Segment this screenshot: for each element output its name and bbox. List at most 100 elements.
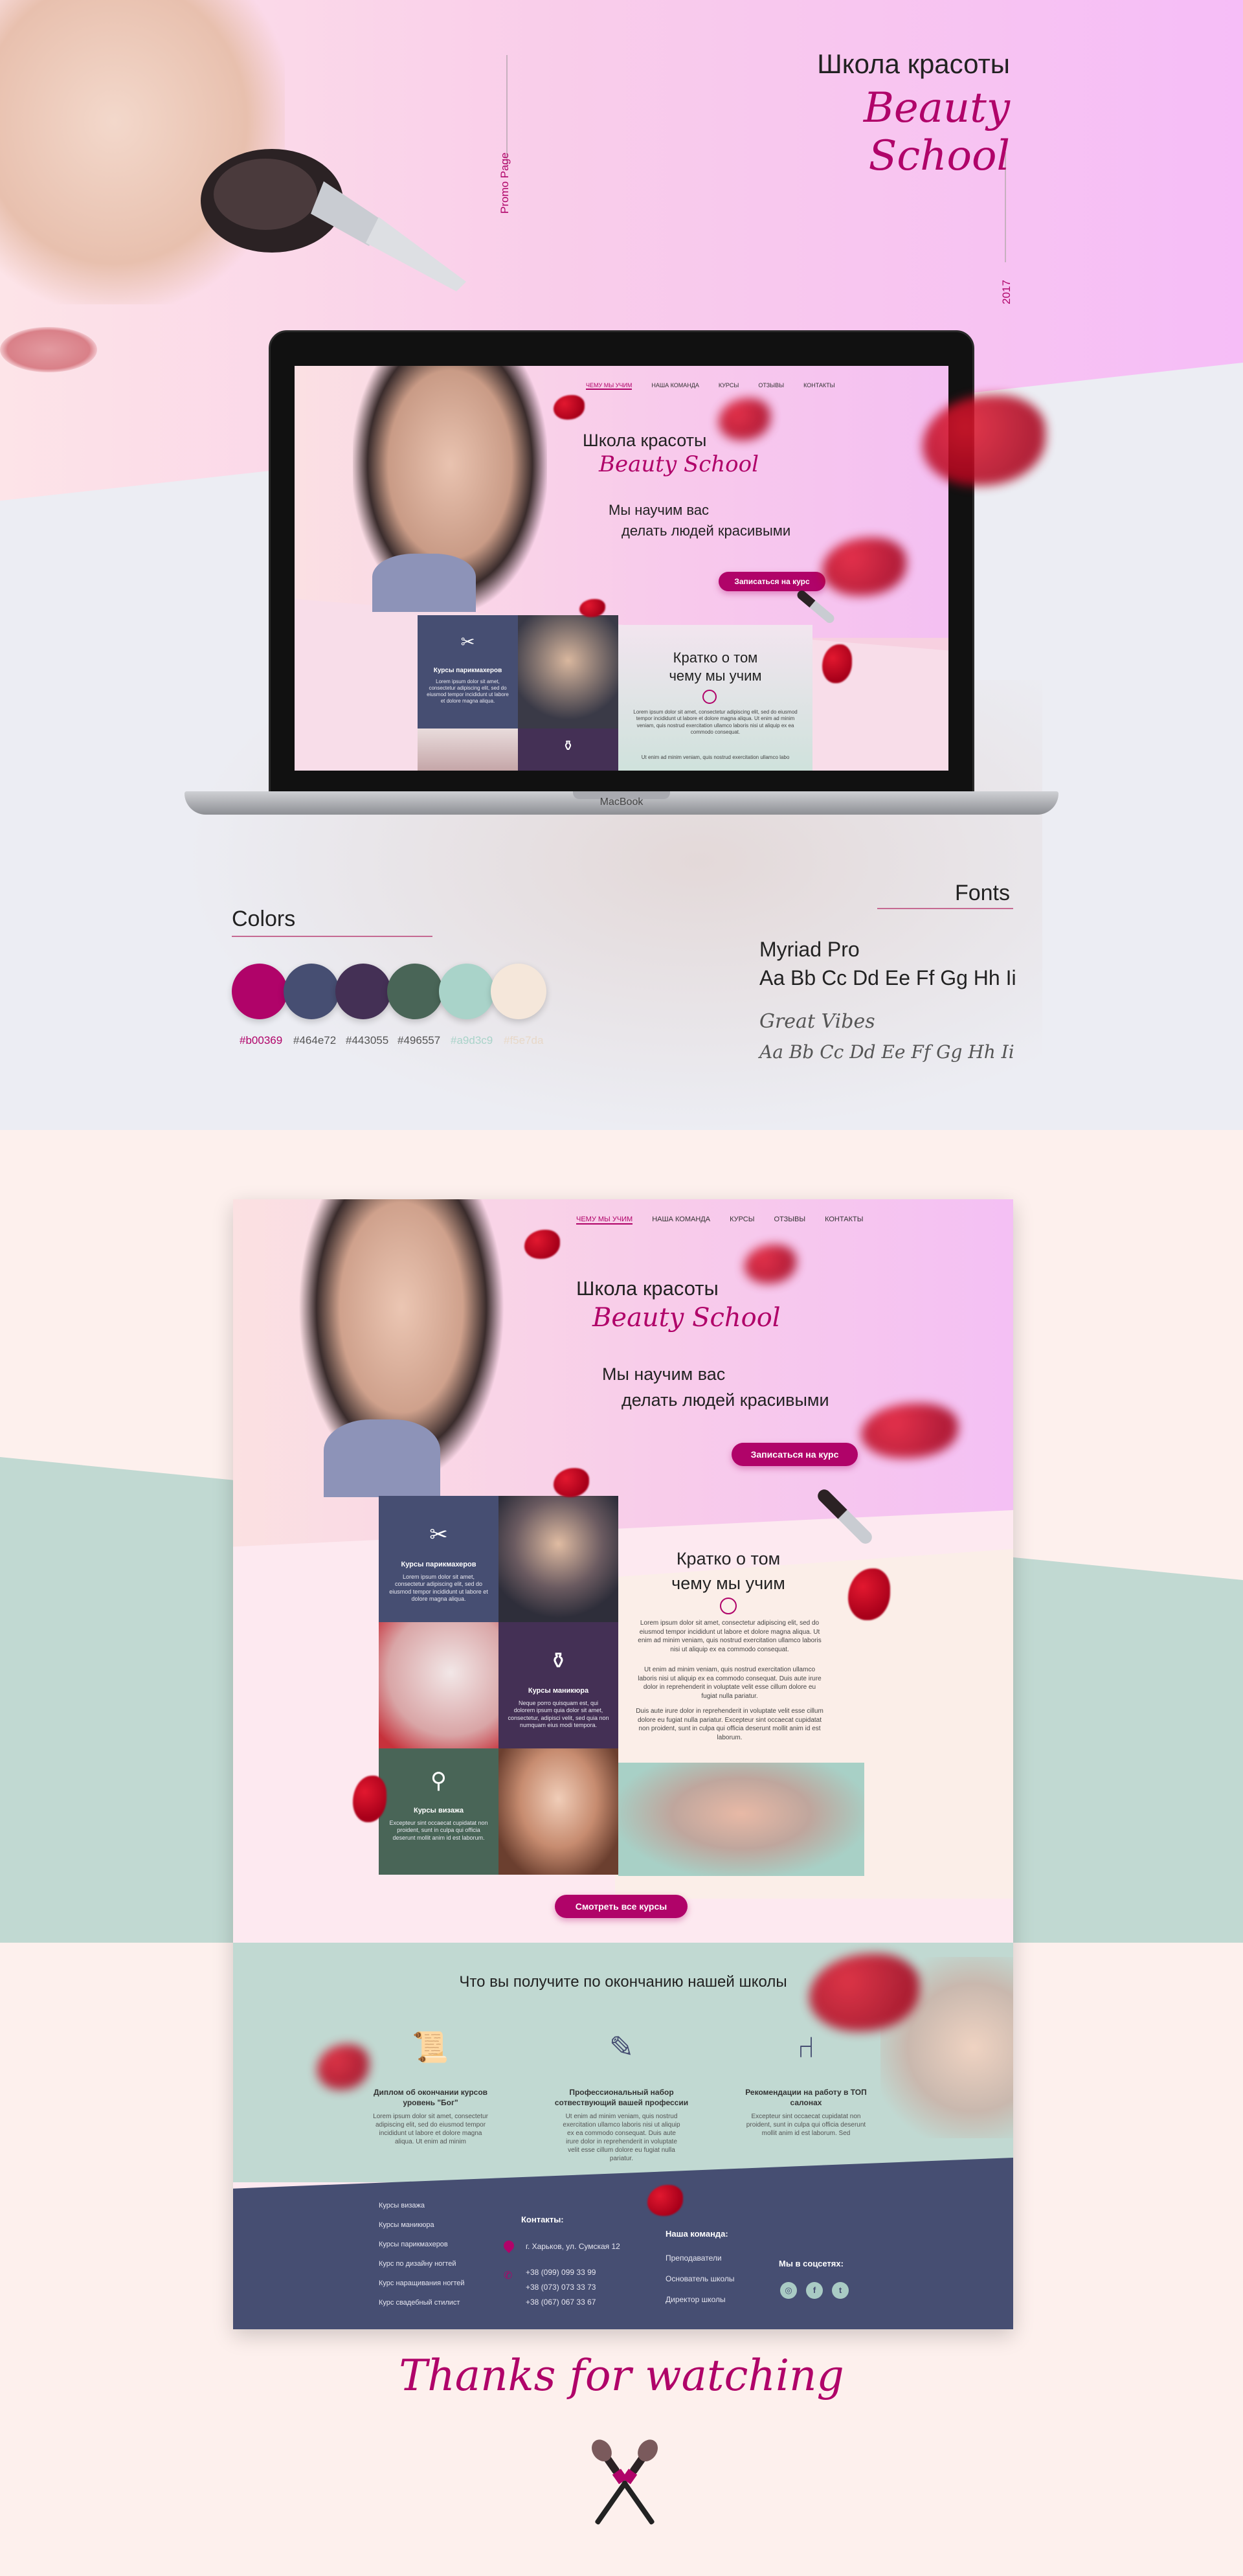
tile-makeup-courses[interactable]: ⚲ Курсы визажа Excepteur sint occaecat c… <box>379 1748 498 1875</box>
tile-manicure-text: Neque porro quisquam est, qui dolorem ip… <box>508 1700 609 1728</box>
colors-heading: Colors <box>232 907 296 931</box>
all-courses-button[interactable]: Смотреть все курсы <box>555 1895 688 1918</box>
mini-tagline-1: Мы научим вас <box>609 502 710 518</box>
hero-script-title: Beauty School <box>863 84 1010 180</box>
mini-title: Школа красоты <box>583 431 707 450</box>
color-swatch <box>387 964 443 1019</box>
model-lips-photo <box>0 327 97 372</box>
brushes-icon: ⚲ <box>431 1768 447 1793</box>
about-title-2: чему мы учим <box>671 1574 785 1593</box>
fonts-heading: Fonts <box>954 881 1010 905</box>
scissors-icon: ✂ <box>460 632 475 651</box>
mini-tile-hair-title: Курсы парикмахеров <box>433 667 502 674</box>
mini-tile-hair-text: Lorem ipsum dolor sit amet, consectetur … <box>427 679 509 704</box>
mini-tile-hair[interactable]: ✂ Курсы парикмахеров Lorem ipsum dolor s… <box>418 615 518 729</box>
twitter-icon[interactable]: t <box>832 2282 849 2299</box>
color-hex-label: #443055 <box>346 1034 389 1046</box>
site-title: Школа красоты <box>576 1277 719 1300</box>
color-hex-label: #a9d3c9 <box>451 1034 493 1046</box>
tools-icon: ✎ <box>609 2030 634 2064</box>
facebook-icon[interactable]: f <box>806 2282 823 2299</box>
about-title-1: Кратко о том <box>676 1549 781 1568</box>
mini-script-title: Beauty School <box>599 451 759 477</box>
footer-social-title: Мы в соцсетях: <box>779 2259 844 2268</box>
nav-item-courses[interactable]: КУРСЫ <box>730 1215 754 1225</box>
site-model-jacket <box>324 1419 440 1497</box>
footer-course-link[interactable]: Курсы маникюра <box>379 2221 434 2229</box>
benefit-text: Ut enim ad minim veniam, quis nostrud ex… <box>563 2113 680 2162</box>
font2-name: Great Vibes <box>759 1010 875 1033</box>
mini-about-text-2: Ut enim ad minim veniam, quis nostrud ex… <box>641 754 790 760</box>
instagram-icon[interactable]: ◎ <box>780 2282 797 2299</box>
font2-sample: Aa Bb Cc Dd Ee Ff Gg Hh Ii <box>759 1041 1014 1063</box>
nav-item-contacts[interactable]: КОНТАКТЫ <box>825 1215 863 1225</box>
color-swatch <box>232 964 287 1019</box>
mini-nav-item[interactable]: КОНТАКТЫ <box>803 382 835 390</box>
benefit-title: Диплом об окончании курсов уровень "Бог" <box>373 2088 488 2107</box>
footer-address: г. Харьков, ул. Сумская 12 <box>526 2242 620 2251</box>
mini-tile-manicure-photo <box>418 729 518 771</box>
thanks-text: Thanks for watching <box>399 2351 844 2401</box>
manicure-photo <box>379 1622 498 1748</box>
color-swatch <box>284 964 339 1019</box>
salon-chair-icon: ⑁ <box>797 2030 815 2064</box>
footer-phone[interactable]: +38 (067) 067 33 67 <box>526 2298 596 2307</box>
year-label: 2017 <box>1000 280 1013 304</box>
phone-icon: ✆ <box>504 2270 513 2281</box>
footer-course-link[interactable]: Курс наращивания ногтей <box>379 2279 465 2287</box>
footer-course-link[interactable]: Курс свадебный стилист <box>379 2299 460 2307</box>
color-hex-label: #464e72 <box>293 1034 337 1046</box>
diploma-icon: 📜 <box>412 2030 449 2064</box>
color-hex-label: #496557 <box>398 1034 441 1046</box>
signup-button[interactable]: Записаться на курс <box>732 1443 858 1466</box>
about-model-photo <box>618 1763 864 1876</box>
about-text-2: Ut enim ad minim veniam, quis nostrud ex… <box>638 1666 822 1700</box>
footer-phone[interactable]: +38 (073) 073 33 73 <box>526 2283 596 2292</box>
site-script-title: Beauty School <box>592 1303 781 1333</box>
footer-team-link[interactable]: Основатель школы <box>666 2274 735 2283</box>
footer-course-link[interactable]: Курс по дизайну ногтей <box>379 2260 456 2268</box>
color-hex-label: #b00369 <box>240 1034 283 1046</box>
mini-nav-item[interactable]: ЧЕМУ МЫ УЧИМ <box>586 382 633 390</box>
mini-nav-item[interactable]: ОТЗЫВЫ <box>758 382 784 390</box>
tile-makeup-text: Excepteur sint occaecat cupidatat non pr… <box>389 1820 488 1841</box>
mini-signup-button[interactable]: Записаться на курс <box>719 572 825 591</box>
hero-title: Школа красоты <box>817 49 1010 79</box>
mini-about-text: Lorem ipsum dolor sit amet, consectetur … <box>633 709 798 736</box>
tile-makeup-title: Курсы визажа <box>414 1807 464 1814</box>
crossed-brushes-icon <box>592 2439 658 2525</box>
color-swatch <box>335 964 391 1019</box>
benefit-text: Excepteur sint occaecat cupidatat non pr… <box>746 2113 866 2137</box>
mini-tile-manicure[interactable]: ⚱ <box>518 729 618 771</box>
full-site-preview: ЧЕМУ МЫ УЧИМ НАША КОМАНДА КУРСЫ ОТЗЫВЫ К… <box>233 1199 1013 2329</box>
mini-about-title-1: Кратко о том <box>673 650 758 666</box>
color-hex-label: #f5e7da <box>504 1034 544 1046</box>
color-swatch <box>491 964 546 1019</box>
promo-page-label: Promo Page <box>498 152 511 214</box>
nav-item-reviews[interactable]: ОТЗЫВЫ <box>774 1215 805 1225</box>
footer-team-link[interactable]: Директор школы <box>666 2295 726 2304</box>
footer-course-link[interactable]: Курсы парикмахеров <box>379 2241 448 2248</box>
nav-item-team[interactable]: НАША КОМАНДА <box>652 1215 710 1225</box>
tile-manicure-courses[interactable]: ⚱ Курсы маникюра Neque porro quisquam es… <box>498 1622 618 1748</box>
footer-contacts-title: Контакты: <box>521 2215 564 2224</box>
mini-nav-item[interactable]: КУРСЫ <box>719 382 739 390</box>
footer-phone[interactable]: +38 (099) 099 33 99 <box>526 2268 596 2277</box>
footer-course-link[interactable]: Курсы визажа <box>379 2202 425 2209</box>
footer-team-link[interactable]: Преподаватели <box>666 2254 722 2263</box>
mini-nav-item[interactable]: НАША КОМАНДА <box>651 382 699 390</box>
nail-polish-icon: ⚱ <box>562 738 574 754</box>
mini-tagline-2: делать людей красивыми <box>622 523 791 539</box>
footer-team-title: Наша команда: <box>666 2229 728 2239</box>
makeup-artist-photo <box>498 1496 618 1622</box>
laptop-brand-label: MacBook <box>599 797 644 808</box>
benefit-text: Lorem ipsum dolor sit amet, consectetur … <box>373 2113 488 2145</box>
benefit-title: Профессиональный набор сотвествующий ваш… <box>554 2088 689 2107</box>
nav-item-what-we-teach[interactable]: ЧЕМУ МЫ УЧИМ <box>576 1215 633 1225</box>
mini-about-title-2: чему мы учим <box>669 668 762 684</box>
fonts-underline <box>877 908 1013 909</box>
mini-nav: ЧЕМУ МЫ УЧИМ НАША КОМАНДА КУРСЫ ОТЗЫВЫ К… <box>586 382 835 390</box>
tile-hair-courses[interactable]: ✂ Курсы парикмахеров Lorem ipsum dolor s… <box>379 1496 498 1622</box>
about-ornament-icon <box>720 1598 737 1614</box>
scissors-icon: ✂ <box>429 1522 448 1547</box>
